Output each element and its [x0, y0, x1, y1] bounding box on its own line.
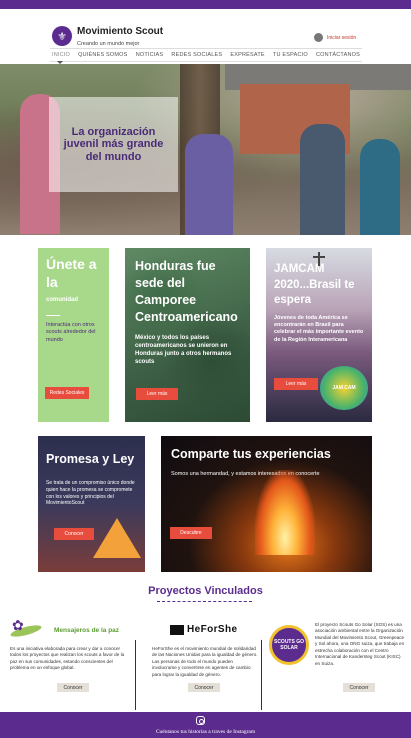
join-card-subtitle: comunidad: [46, 297, 79, 303]
promesa-card-title: Promesa y Ley: [46, 452, 135, 466]
partner-desc-sgs: El proyecto Scouts Go Solar (SGS) es una…: [315, 622, 405, 666]
nav-item-expresate[interactable]: EXPRÉSATE: [230, 52, 264, 58]
promesa-card-desc: Se trata de un compromiso único donde qu…: [46, 480, 135, 507]
linked-projects-title: Proyectos Vinculados: [148, 585, 263, 597]
promesa-know-button[interactable]: Conocer: [54, 528, 94, 540]
partners-row: Mensajeros de la paz Es una iniciativa e…: [0, 608, 411, 712]
partner-divider: [135, 640, 136, 710]
brand-title[interactable]: Movimiento Scout: [77, 26, 163, 37]
jamcam-badge-logo: JAM CAM: [320, 366, 368, 410]
nav-item-tu-espacio[interactable]: TU ESPACIO: [273, 52, 308, 58]
sgs-know-button[interactable]: Conocer: [343, 683, 375, 692]
partner-desc-heforshe: HeForShe es el movimiento mundial de sol…: [152, 646, 258, 677]
user-icon: [314, 33, 323, 42]
experiences-card-title: Comparte tus experiencias: [171, 447, 331, 461]
nav-item-inicio[interactable]: INICIO: [52, 52, 70, 58]
mensajeros-know-button[interactable]: Conocer: [57, 683, 89, 692]
nav-item-quienes-somos[interactable]: QUIÉNES SOMOS: [78, 52, 127, 58]
brand-subtitle: Creando un mundo mejor: [77, 41, 140, 47]
linked-projects-underline: [157, 601, 252, 602]
dove-icon: [8, 617, 46, 643]
jamcam-card-title: JAMCAM 2020...Brasil te espera: [274, 263, 355, 307]
heforshe-mark-icon: [170, 624, 184, 635]
christ-statue-icon: [313, 252, 325, 266]
site-header: ⚜ Movimiento Scout Creando un mundo mejo…: [0, 9, 411, 47]
hero-person: [300, 124, 345, 235]
footer-text[interactable]: Cuéntanos tus historias a traves de Inst…: [0, 729, 411, 735]
nav-item-redes-sociales[interactable]: REDES SOCIALES: [171, 52, 222, 58]
join-card-divider: [46, 315, 60, 316]
honduras-read-more-button[interactable]: Leer más: [136, 388, 178, 400]
join-card-desc: Interactúa con otros scouts alrededor de…: [46, 322, 96, 343]
top-accent-bar: [0, 0, 411, 9]
partner-divider: [261, 640, 262, 710]
join-card-title: Únete a la: [46, 256, 97, 290]
scouts-go-solar-logo: SCOUTS GO SOLAR: [269, 625, 309, 665]
nav-item-contactanos[interactable]: CONTÁCTANOS: [316, 52, 360, 58]
heforshe-logo: HeForShe: [170, 624, 237, 635]
social-networks-button[interactable]: Redes Sociales: [45, 387, 89, 399]
partner-desc-mensajeros: Es una iniciativa elaborada para crear y…: [10, 646, 125, 671]
campfire-icon: [255, 470, 315, 555]
login-link[interactable]: Iniciar sesión: [314, 33, 356, 42]
nav-item-noticias[interactable]: NOTICIAS: [136, 52, 164, 58]
tent-icon: [93, 518, 141, 558]
jamcam-read-more-button[interactable]: Leer más: [274, 378, 318, 390]
jamcam-card-desc: Jóvenes de toda América se encontrarán e…: [274, 314, 364, 343]
hero-person: [360, 139, 400, 235]
fleur-de-lis-icon[interactable]: ⚜: [52, 26, 72, 46]
experiences-discover-button[interactable]: Descubre: [170, 527, 212, 539]
honduras-card-desc: México y todos los países centroamerican…: [135, 334, 232, 365]
partner-name-heforshe: HeForShe: [187, 624, 238, 635]
login-label: Iniciar sesión: [327, 34, 357, 41]
hero-caption: La organización juvenil más grande del m…: [63, 125, 164, 163]
main-nav: INICIO QUIÉNES SOMOS NOTICIAS REDES SOCI…: [50, 48, 362, 62]
honduras-card-title: Honduras fue sede del Camporee Centroame…: [135, 259, 238, 324]
heforshe-know-button[interactable]: Conocer: [188, 683, 220, 692]
instagram-icon[interactable]: [196, 716, 205, 725]
hero-caption-box: La organización juvenil más grande del m…: [49, 97, 178, 192]
hero-person: [185, 134, 233, 235]
partner-name-mensajeros: Mensajeros de la paz: [54, 627, 120, 634]
